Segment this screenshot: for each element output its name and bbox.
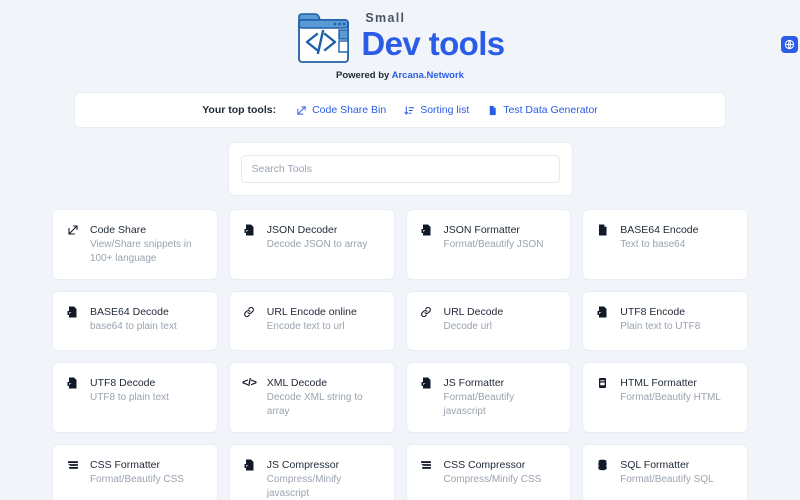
code-brackets-icon: </>: [242, 377, 257, 389]
database-icon: [596, 459, 609, 472]
tool-title: BASE64 Encode: [620, 224, 699, 236]
tool-card-js-compressor[interactable]: JS Compressor Compress/Minify javascript: [228, 444, 395, 500]
tool-title: URL Encode online: [266, 306, 357, 318]
file-icon: [596, 224, 609, 236]
file-icon: [487, 105, 498, 116]
top-tool-link-test-data-generator[interactable]: Test Data Generator: [487, 104, 598, 116]
code-block-icon: [596, 377, 609, 389]
tool-desc: Plain text to UTF8: [620, 321, 701, 332]
tool-card-code-share[interactable]: Code Share View/Share snippets in 100+ l…: [52, 209, 218, 280]
tool-title: UTF8 Decode: [90, 377, 156, 389]
tool-title: JSON Formatter: [443, 224, 520, 236]
tool-card-css-formatter[interactable]: CSS Formatter Format/Beautify CSS: [52, 444, 218, 500]
sort-ascending-icon: [404, 105, 415, 116]
tool-desc: Compress/Minify CSS: [443, 474, 542, 485]
top-tools-label: Your top tools:: [202, 104, 277, 116]
powered-by-prefix: Powered by: [336, 70, 392, 81]
tool-card-base64-encode[interactable]: BASE64 Encode Text to base64: [582, 209, 748, 280]
file-code-icon: [243, 459, 256, 471]
external-share-icon: [296, 105, 307, 116]
tool-title: Code Share: [90, 224, 147, 236]
file-code-icon: [66, 306, 79, 318]
tool-desc: Format/Beautify CSS: [90, 474, 184, 485]
link-icon: [420, 306, 433, 318]
tool-desc: Compress/Minify javascript: [266, 474, 342, 499]
top-tools-bar: Your top tools: Code Share Bin Sorting l…: [74, 92, 726, 128]
external-share-icon: [66, 224, 79, 236]
file-code-icon: [420, 224, 433, 236]
brand-title: Dev tools: [361, 25, 505, 62]
tool-desc: View/Share snippets in 100+ language: [90, 239, 192, 264]
file-code-icon: [596, 306, 609, 318]
globe-network-icon: [784, 39, 795, 50]
link-icon: [243, 306, 256, 318]
tools-grid: Code Share View/Share snippets in 100+ l…: [52, 209, 748, 500]
tool-title: UTF8 Encode: [620, 306, 686, 318]
tool-card-json-decoder[interactable]: JSON Decoder Decode JSON to array: [228, 209, 395, 280]
powered-by-brand[interactable]: Arcana.Network: [392, 70, 464, 81]
tool-title: CSS Compressor: [443, 459, 526, 471]
tool-title: JS Formatter: [443, 377, 505, 389]
tool-desc: Encode text to url: [266, 321, 345, 332]
network-badge[interactable]: [781, 36, 798, 53]
tool-card-utf8-decode[interactable]: UTF8 Decode UTF8 to plain text: [52, 362, 218, 433]
tool-card-js-formatter[interactable]: JS Formatter Format/Beautify javascript: [405, 362, 572, 433]
brand-small-text: Small: [365, 11, 406, 25]
tool-card-sql-formatter[interactable]: SQL Formatter Format/Beautify SQL: [582, 444, 748, 500]
tool-desc: Text to base64: [620, 239, 686, 250]
tool-card-html-formatter[interactable]: HTML Formatter Format/Beautify HTML: [582, 362, 748, 433]
brand-header: Small Dev tools: [0, 0, 800, 67]
tool-title: JS Compressor: [266, 459, 340, 471]
tool-desc: Format/Beautify JSON: [443, 239, 544, 250]
top-tool-link-label: Code Share Bin: [312, 104, 387, 116]
tool-card-url-decode[interactable]: URL Decode Decode url: [405, 291, 572, 351]
tool-title: XML Decode: [266, 377, 328, 389]
code-window-folder-icon: [295, 10, 355, 67]
tool-card-utf8-encode[interactable]: UTF8 Encode Plain text to UTF8: [582, 291, 748, 351]
tool-desc: Decode JSON to array: [266, 239, 368, 250]
tool-desc: UTF8 to plain text: [90, 392, 169, 403]
top-tool-link-label: Sorting list: [420, 104, 470, 116]
tool-desc: Format/Beautify SQL: [620, 474, 714, 485]
tool-title: JSON Decoder: [266, 224, 338, 236]
tool-desc: Format/Beautify HTML: [620, 392, 721, 403]
tool-title: URL Decode: [443, 306, 504, 318]
tool-card-json-formatter[interactable]: JSON Formatter Format/Beautify JSON: [405, 209, 572, 280]
tool-card-base64-decode[interactable]: BASE64 Decode base64 to plain text: [52, 291, 218, 351]
tool-title: CSS Formatter: [90, 459, 161, 471]
tool-card-css-compressor[interactable]: CSS Compressor Compress/Minify CSS: [405, 444, 572, 500]
top-tool-link-label: Test Data Generator: [503, 104, 598, 116]
top-tool-link-code-share-bin[interactable]: Code Share Bin: [296, 104, 386, 116]
tool-desc: Decode url: [443, 321, 492, 332]
tool-card-xml-decode[interactable]: </> XML Decode Decode XML string to arra…: [228, 362, 395, 433]
logo[interactable]: Small Dev tools: [295, 8, 505, 67]
tool-card-url-encode-online[interactable]: URL Encode online Encode text to url: [228, 291, 395, 351]
tool-desc: Decode XML string to array: [266, 392, 363, 417]
powered-by: Powered by Arcana.Network: [0, 70, 800, 81]
tool-desc: base64 to plain text: [90, 321, 177, 332]
layers-icon: [66, 459, 79, 471]
file-code-icon: [420, 377, 433, 389]
top-tool-link-sorting-list[interactable]: Sorting list: [404, 104, 469, 116]
layers-icon: [420, 459, 433, 471]
search-card: [227, 142, 573, 196]
tool-desc: Format/Beautify javascript: [443, 392, 515, 417]
file-code-icon: [243, 224, 256, 236]
search-input[interactable]: [240, 155, 560, 183]
tool-title: BASE64 Decode: [90, 306, 169, 318]
tool-title: HTML Formatter: [620, 377, 697, 389]
file-code-icon: [66, 377, 79, 389]
tool-title: SQL Formatter: [620, 459, 690, 471]
